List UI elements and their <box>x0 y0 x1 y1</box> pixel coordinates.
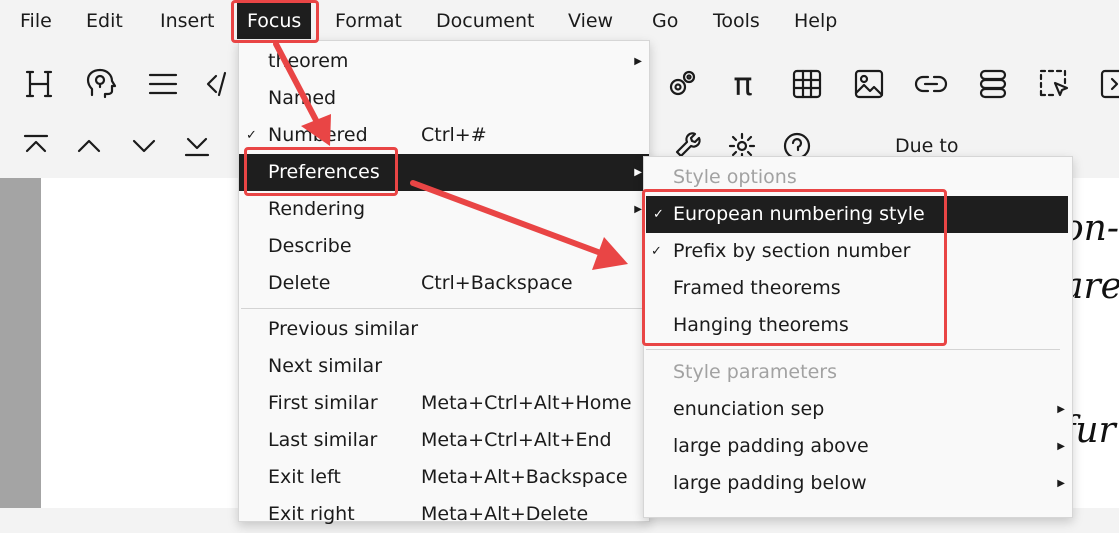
table-icon[interactable] <box>785 62 829 106</box>
menu-insert[interactable]: Insert <box>160 0 215 42</box>
submenu-arrow-icon: ▶ <box>1057 478 1065 489</box>
menu-item-exit-left[interactable]: Exit left Meta+Alt+Backspace <box>239 459 649 496</box>
check-icon: ✓ <box>651 244 662 259</box>
check-icon: ✓ <box>246 128 257 143</box>
check-icon: ✓ <box>653 207 664 222</box>
go-down-icon[interactable] <box>122 124 166 168</box>
menu-item-prefix-by-section-number[interactable]: ✓ Prefix by section number <box>644 233 1072 270</box>
menu-item-named[interactable]: Named <box>239 80 649 117</box>
menu-separator <box>646 349 1060 350</box>
document-margin <box>0 178 41 508</box>
menu-item-label: Describe <box>268 235 352 257</box>
menu-focus[interactable]: Focus <box>237 3 312 39</box>
heading-icon[interactable] <box>17 62 61 106</box>
menu-item-shortcut: Meta+Ctrl+Alt+End <box>421 429 612 451</box>
submenu-header-style-options: Style options <box>644 159 1072 196</box>
menu-view[interactable]: View <box>568 0 613 42</box>
image-icon[interactable] <box>847 62 891 106</box>
pi-glyph: π <box>733 65 753 103</box>
menu-item-european-numbering-style[interactable]: ✓ European numbering style <box>646 196 1068 233</box>
menu-item-label: First similar <box>268 392 378 414</box>
menu-item-first-similar[interactable]: First similar Meta+Ctrl+Alt+Home <box>239 385 649 422</box>
menu-item-enunciation-sep[interactable]: enunciation sep ▶ <box>644 391 1072 428</box>
menu-tools[interactable]: Tools <box>713 0 760 42</box>
due-to-label: Due to <box>895 135 959 157</box>
submenu-arrow-icon: ▶ <box>634 204 642 215</box>
menu-item-hanging-theorems[interactable]: Hanging theorems <box>644 307 1072 344</box>
menu-item-preferences[interactable]: Preferences ▶ <box>239 154 649 191</box>
submenu-arrow-icon: ▶ <box>1057 441 1065 452</box>
list-icon[interactable] <box>141 62 185 106</box>
menu-item-next-similar[interactable]: Next similar <box>239 348 649 385</box>
menu-item-delete[interactable]: Delete Ctrl+Backspace <box>239 265 649 302</box>
menu-separator <box>241 308 647 309</box>
menu-item-label: Preferences <box>268 161 380 183</box>
menu-item-label: theorem <box>268 50 349 72</box>
menu-item-large-padding-above[interactable]: large padding above ▶ <box>644 428 1072 465</box>
menubar: File Edit Insert Focus Format Document V… <box>0 0 1119 42</box>
go-bottom-icon[interactable] <box>175 124 219 168</box>
menu-item-label: enunciation sep <box>673 398 825 420</box>
gears-icon[interactable] <box>660 62 704 106</box>
menu-item-label: Delete <box>268 272 331 294</box>
menu-item-label: large padding above <box>673 435 869 457</box>
menu-item-label: Numbered <box>268 124 368 146</box>
menu-header-label: Style parameters <box>673 361 837 383</box>
menu-item-label: Next similar <box>268 355 382 377</box>
menu-item-label: Rendering <box>268 198 366 220</box>
menu-item-previous-similar[interactable]: Previous similar <box>239 311 649 348</box>
menu-item-theorem[interactable]: theorem ▶ <box>239 43 649 80</box>
menu-document[interactable]: Document <box>436 0 534 42</box>
menu-help[interactable]: Help <box>794 0 837 42</box>
menu-item-shortcut: Meta+Ctrl+Alt+Home <box>421 392 632 414</box>
menu-header-label: Style options <box>673 166 797 188</box>
menu-file[interactable]: File <box>20 0 52 42</box>
menu-edit[interactable]: Edit <box>86 0 123 42</box>
menu-item-label: Hanging theorems <box>673 314 849 336</box>
submenu-arrow-icon: ▶ <box>634 167 642 178</box>
menu-item-numbered[interactable]: ✓ Numbered Ctrl+# <box>239 117 649 154</box>
submenu-arrow-icon: ▶ <box>634 56 642 67</box>
menu-item-label: Prefix by section number <box>673 240 911 262</box>
submenu-header-style-parameters: Style parameters <box>644 354 1072 391</box>
menu-item-last-similar[interactable]: Last similar Meta+Ctrl+Alt+End <box>239 422 649 459</box>
menu-item-framed-theorems[interactable]: Framed theorems <box>644 270 1072 307</box>
menu-item-label: Exit left <box>268 466 341 488</box>
menu-item-large-padding-below[interactable]: large padding below ▶ <box>644 465 1072 502</box>
go-top-icon[interactable] <box>14 124 58 168</box>
expand-icon[interactable] <box>1093 62 1119 106</box>
pi-icon[interactable]: π <box>721 62 765 106</box>
database-icon[interactable] <box>971 62 1015 106</box>
menu-item-exit-right[interactable]: Exit right Meta+Alt+Delete <box>239 496 649 533</box>
menu-format[interactable]: Format <box>335 0 402 42</box>
menu-item-label: large padding below <box>673 472 867 494</box>
menu-go[interactable]: Go <box>652 0 678 42</box>
menu-item-label: Exit right <box>268 503 355 525</box>
go-up-icon[interactable] <box>67 124 111 168</box>
menu-item-label: European numbering style <box>673 203 925 225</box>
link-icon[interactable] <box>909 62 953 106</box>
select-region-icon[interactable] <box>1032 62 1076 106</box>
menu-item-shortcut: Ctrl+# <box>421 124 487 146</box>
lightbulb-head-icon[interactable] <box>79 62 123 106</box>
menu-item-label: Named <box>268 87 337 109</box>
focus-menu: theorem ▶ Named ✓ Numbered Ctrl+# Prefer… <box>238 40 650 525</box>
menu-item-rendering[interactable]: Rendering ▶ <box>239 191 649 228</box>
menu-item-shortcut: Meta+Alt+Backspace <box>421 466 628 488</box>
menu-item-shortcut: Meta+Alt+Delete <box>421 503 589 525</box>
menu-item-label: Framed theorems <box>673 277 841 299</box>
menu-item-shortcut: Ctrl+Backspace <box>421 272 573 294</box>
menu-item-label: Previous similar <box>268 318 419 340</box>
submenu-arrow-icon: ▶ <box>1057 404 1065 415</box>
menu-item-describe[interactable]: Describe <box>239 228 649 265</box>
menu-item-label: Last similar <box>268 429 378 451</box>
preferences-submenu: Style options ✓ European numbering style… <box>643 156 1073 518</box>
